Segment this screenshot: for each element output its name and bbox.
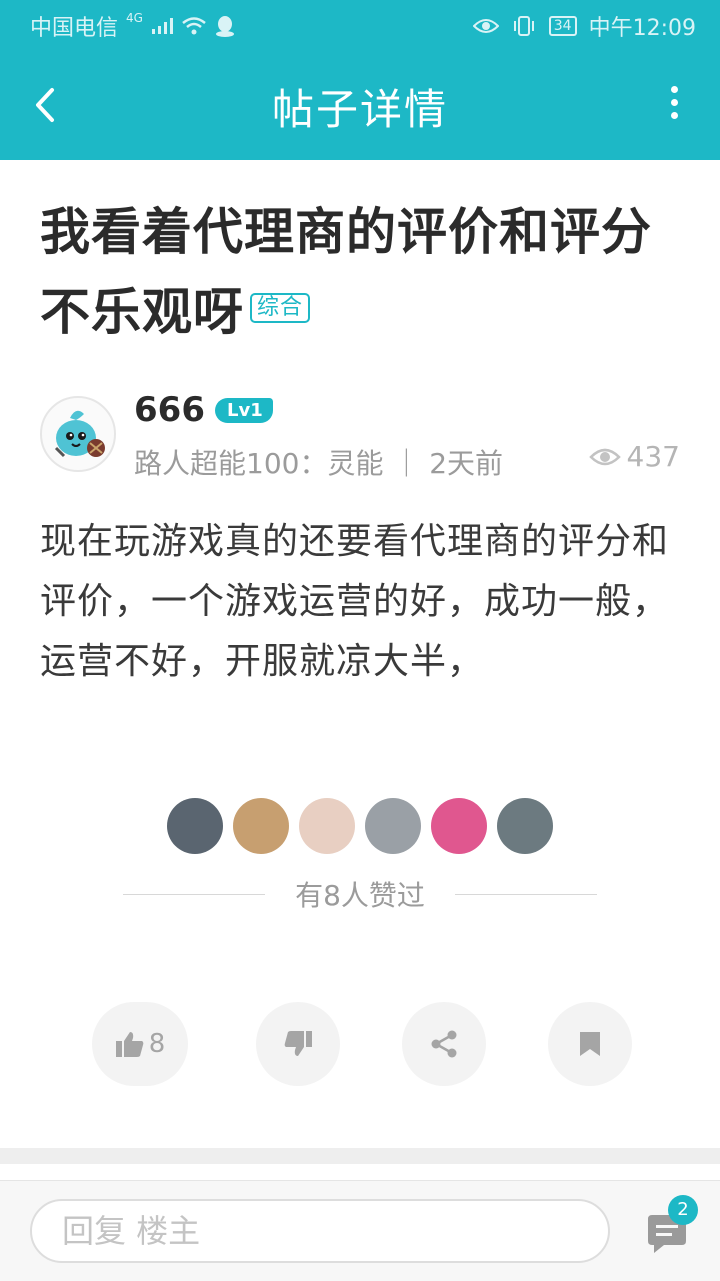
bookmark-button[interactable] xyxy=(548,1002,632,1086)
eye-icon xyxy=(588,448,621,465)
author-avatar[interactable] xyxy=(40,396,116,472)
author-meta: 路人超能100：灵能 ｜ 2天前 xyxy=(134,447,504,480)
level-badge: Lv1 xyxy=(214,397,273,423)
liker-avatar[interactable] xyxy=(497,798,553,854)
divider-left xyxy=(123,893,266,895)
section-divider xyxy=(0,1148,720,1164)
page-title: 帖子详情 xyxy=(271,85,448,134)
network-type: 4G xyxy=(126,11,143,25)
share-icon xyxy=(431,1030,457,1058)
reply-input[interactable]: 回复 楼主 xyxy=(30,1199,610,1263)
clock: 中午12:09 xyxy=(588,16,696,41)
vibrate-icon xyxy=(513,16,534,36)
signal-icon xyxy=(151,18,173,34)
dislike-button[interactable] xyxy=(256,1002,340,1086)
liker-avatar[interactable] xyxy=(365,798,421,854)
author-name[interactable]: 666 xyxy=(134,390,205,430)
like-count: 8 xyxy=(148,1029,166,1059)
eye-comfort-icon xyxy=(472,19,499,33)
post-title-text: 我看着代理商的评价和评分不乐观呀 xyxy=(40,203,652,341)
liker-avatar[interactable] xyxy=(299,798,355,854)
liker-avatar[interactable] xyxy=(233,798,289,854)
view-count-value: 437 xyxy=(626,440,680,473)
liked-summary: 有8人赞过 xyxy=(0,874,720,914)
more-options-icon[interactable] xyxy=(668,86,680,126)
status-bar: 中国电信 4G 34 中午12:09 xyxy=(0,0,720,50)
wifi-icon xyxy=(182,17,206,35)
bookmark-icon xyxy=(580,1032,600,1056)
reply-bar: 回复 楼主 2 xyxy=(0,1180,720,1281)
thumbs-down-icon xyxy=(284,1031,312,1056)
battery-indicator: 34 xyxy=(548,16,577,36)
category-tag[interactable]: 综合 xyxy=(250,292,311,323)
carrier-label: 中国电信 xyxy=(30,16,119,41)
liker-avatar[interactable] xyxy=(431,798,487,854)
mascot-icon xyxy=(54,410,105,458)
view-count: 437 xyxy=(588,440,680,473)
liked-count-text[interactable]: 有8人赞过 xyxy=(295,874,425,914)
like-button[interactable]: 8 xyxy=(92,1002,188,1086)
action-bar: 8 xyxy=(0,1002,720,1088)
app-bar: 帖子详情 xyxy=(0,50,720,160)
share-button[interactable] xyxy=(402,1002,486,1086)
thumbs-up-icon xyxy=(115,1032,144,1057)
liker-avatars xyxy=(0,798,720,854)
post-title: 我看着代理商的评价和评分不乐观呀 综合 xyxy=(40,192,680,352)
liker-avatar[interactable] xyxy=(167,798,223,854)
post-content: 现在玩游戏真的还要看代理商的评分和评价，一个游戏运营的好，成功一般，运营不好，开… xyxy=(40,521,670,682)
divider-right xyxy=(454,893,597,895)
author-name-row: 666 Lv1 xyxy=(134,390,273,430)
qq-icon xyxy=(215,16,234,37)
comment-count-badge: 2 xyxy=(668,1195,698,1225)
